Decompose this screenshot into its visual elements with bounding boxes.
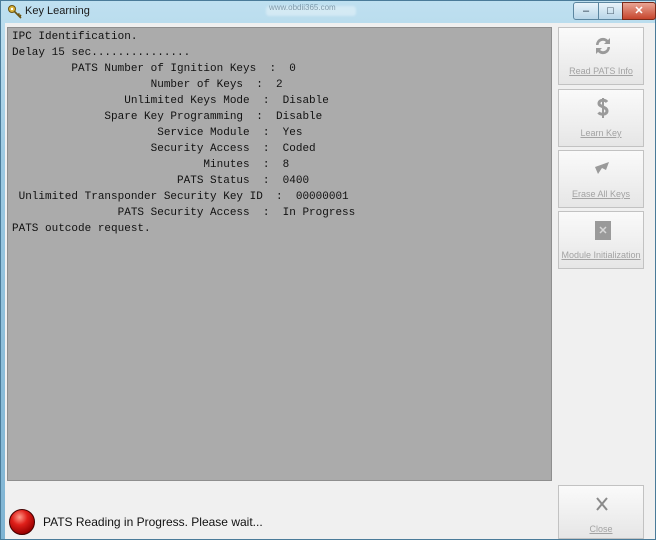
status-message: PATS Reading in Progress. Please wait...	[43, 515, 263, 529]
module-initialization-label: Module Initialization	[561, 250, 641, 260]
console-line: Spare Key Programming : Disable	[12, 111, 323, 123]
read-pats-info-button[interactable]: Read PATS Info	[558, 27, 644, 85]
dollar-key-icon	[597, 98, 609, 118]
key-learning-window: Key Learning www.obdii365.com – □ ✕ IPC …	[0, 0, 656, 540]
title-watermark-text: www.obdii365.com	[269, 3, 336, 12]
close-window-button[interactable]: ✕	[622, 2, 656, 20]
console-line: Unlimited Keys Mode : Disable	[12, 95, 329, 107]
close-label: Close	[589, 524, 613, 534]
output-console[interactable]: IPC Identification. Delay 15 sec........…	[7, 27, 552, 481]
client-area: IPC Identification. Delay 15 sec........…	[5, 23, 655, 539]
erase-all-keys-button[interactable]: Erase All Keys	[558, 150, 644, 208]
erase-all-keys-label: Erase All Keys	[571, 189, 631, 199]
console-line: Minutes : 8	[12, 159, 290, 171]
window-title: Key Learning	[25, 5, 90, 17]
console-line: PATS outcode request.	[12, 223, 151, 235]
module-initialization-button[interactable]: Module Initialization	[558, 211, 644, 269]
close-x-icon	[596, 497, 608, 511]
status-indicator-icon	[9, 509, 35, 535]
console-line: Service Module : Yes	[12, 127, 303, 139]
maximize-button[interactable]: □	[598, 2, 623, 20]
maximize-icon: □	[607, 5, 614, 17]
console-line: Unlimited Transponder Security Key ID : …	[12, 191, 349, 203]
console-line: PATS Status : 0400	[12, 175, 310, 187]
minimize-button[interactable]: –	[573, 2, 599, 20]
document-icon	[595, 221, 611, 240]
console-line: PATS Number of Ignition Keys : 0	[12, 63, 296, 75]
console-line: Delay 15 sec...............	[12, 47, 191, 59]
close-icon: ✕	[634, 5, 644, 17]
close-button[interactable]: Close	[558, 485, 644, 539]
console-line: Number of Keys : 2	[12, 79, 283, 91]
read-pats-info-label: Read PATS Info	[569, 66, 633, 76]
eraser-icon	[595, 162, 609, 174]
console-line: Security Access : Coded	[12, 143, 316, 155]
console-line: IPC Identification.	[12, 31, 138, 43]
learn-key-label: Learn Key	[580, 128, 622, 138]
minimize-icon: –	[582, 5, 590, 17]
console-line: PATS Security Access : In Progress	[12, 207, 356, 219]
key-icon	[8, 5, 22, 19]
refresh-arrows-icon	[595, 37, 611, 55]
title-bar[interactable]: Key Learning www.obdii365.com – □ ✕	[1, 1, 656, 23]
learn-key-button[interactable]: Learn Key	[558, 89, 644, 147]
